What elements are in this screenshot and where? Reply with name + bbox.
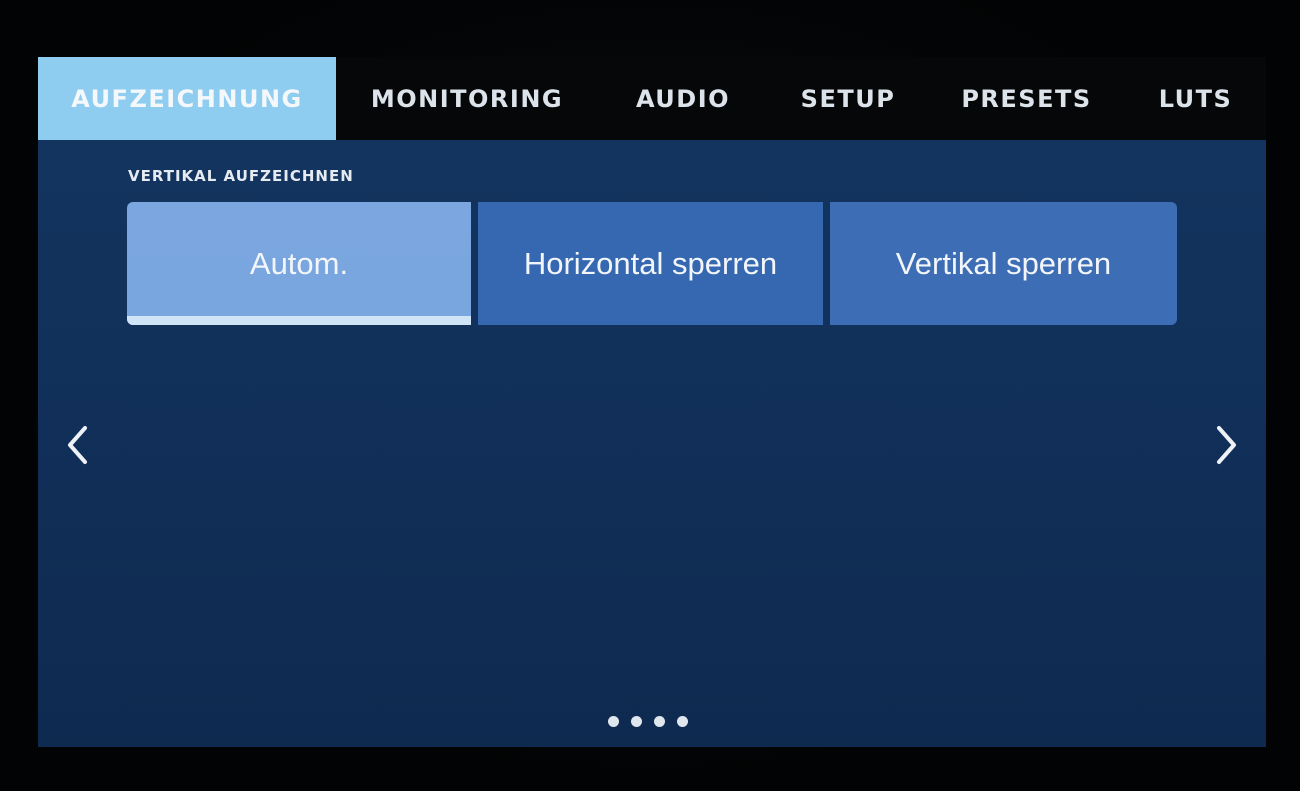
option-label: Autom. bbox=[249, 245, 349, 281]
tab-monitoring[interactable]: MONITORING bbox=[336, 57, 598, 140]
page-indicator bbox=[608, 716, 698, 730]
page-dot-4[interactable] bbox=[677, 716, 688, 727]
page-dot-3[interactable] bbox=[654, 716, 665, 727]
chevron-left-icon bbox=[68, 426, 87, 464]
option-label: Horizontal sperren bbox=[523, 245, 778, 281]
tab-aufzeichnung[interactable]: AUFZEICHNUNG bbox=[38, 57, 336, 140]
chevron-right-icon bbox=[1217, 426, 1236, 464]
option-autom-button[interactable]: Autom. bbox=[127, 202, 471, 325]
tab-bar: AUFZEICHNUNG MONITORING AUDIO SETUP PRES… bbox=[38, 57, 1266, 140]
next-page-button[interactable] bbox=[1206, 420, 1246, 470]
section-title: VERTIKAL AUFZEICHNEN bbox=[128, 167, 354, 185]
tab-audio[interactable]: AUDIO bbox=[598, 57, 768, 140]
tab-setup[interactable]: SETUP bbox=[768, 57, 928, 140]
tab-presets[interactable]: PRESETS bbox=[928, 57, 1125, 140]
tab-luts[interactable]: LUTS bbox=[1125, 57, 1266, 140]
previous-page-button[interactable] bbox=[58, 420, 98, 470]
camera-menu-screen: AUFZEICHNUNG MONITORING AUDIO SETUP PRES… bbox=[38, 57, 1266, 747]
option-horizontal-sperren-button[interactable]: Horizontal sperren bbox=[478, 202, 823, 325]
page-dot-1[interactable] bbox=[608, 716, 619, 727]
page-dot-2[interactable] bbox=[631, 716, 642, 727]
option-vertikal-sperren-button[interactable]: Vertikal sperren bbox=[830, 202, 1177, 325]
option-label: Vertikal sperren bbox=[895, 245, 1112, 281]
